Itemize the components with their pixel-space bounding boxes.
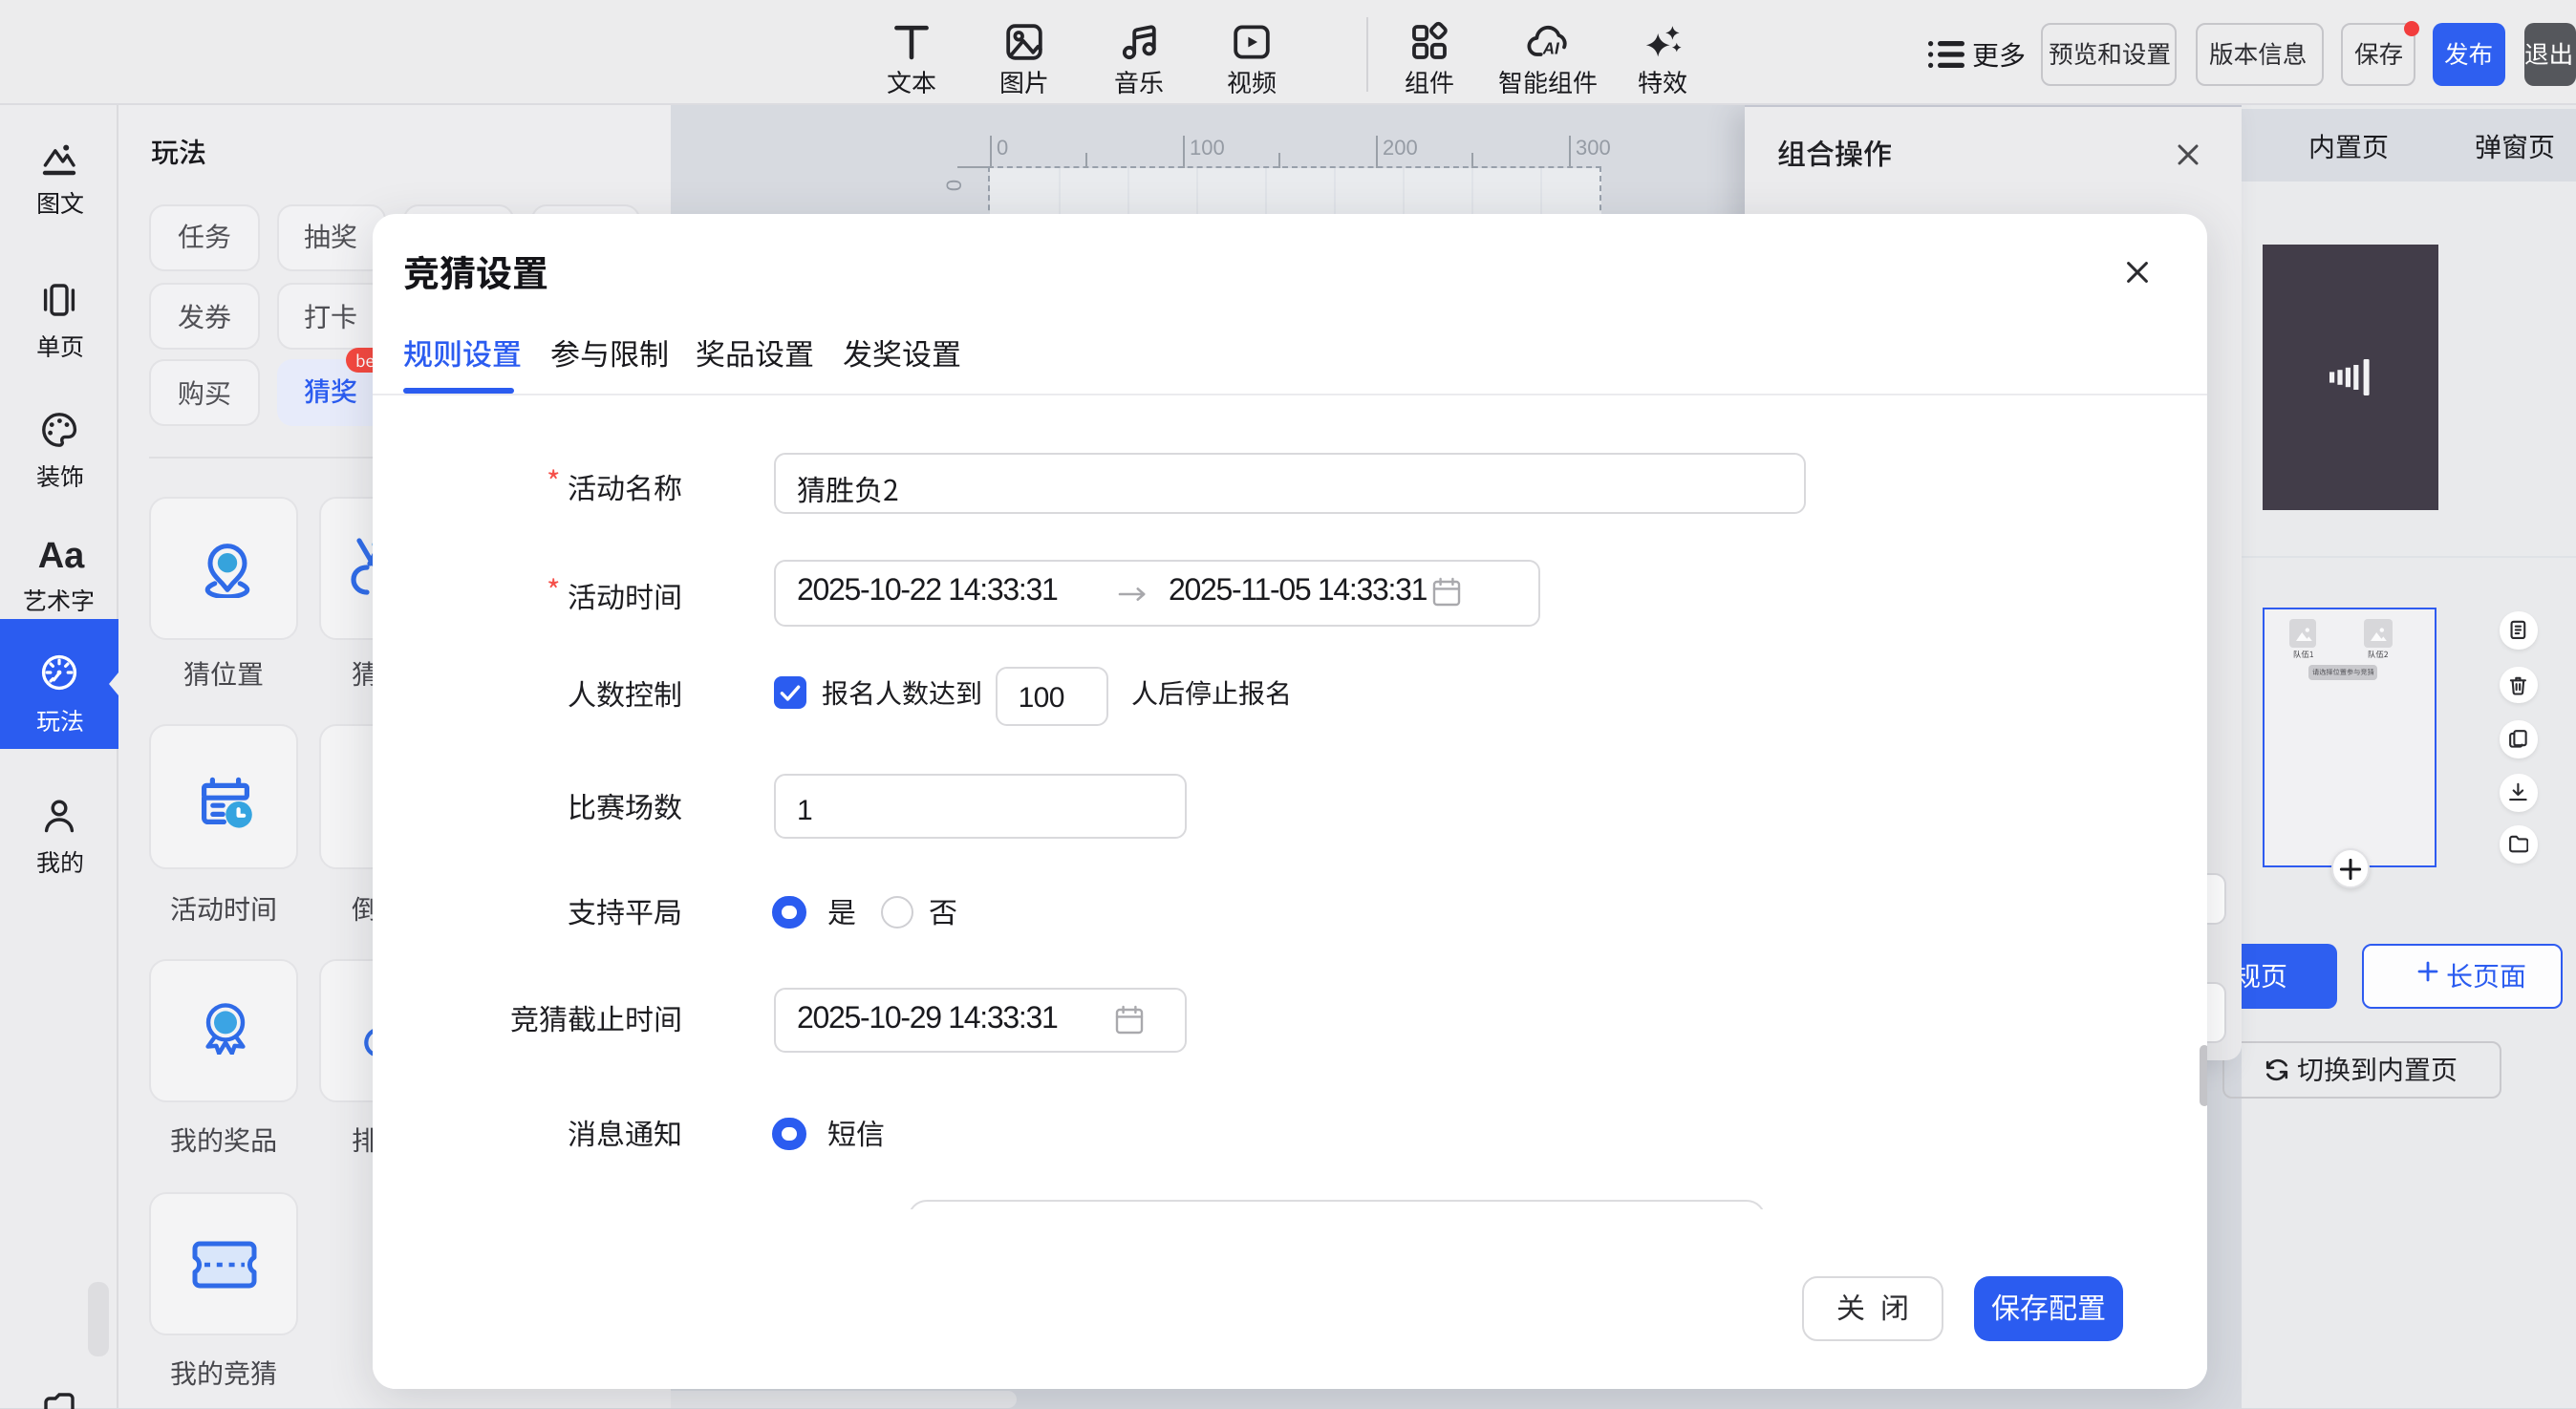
svg-text:AI: AI [1542,37,1560,56]
